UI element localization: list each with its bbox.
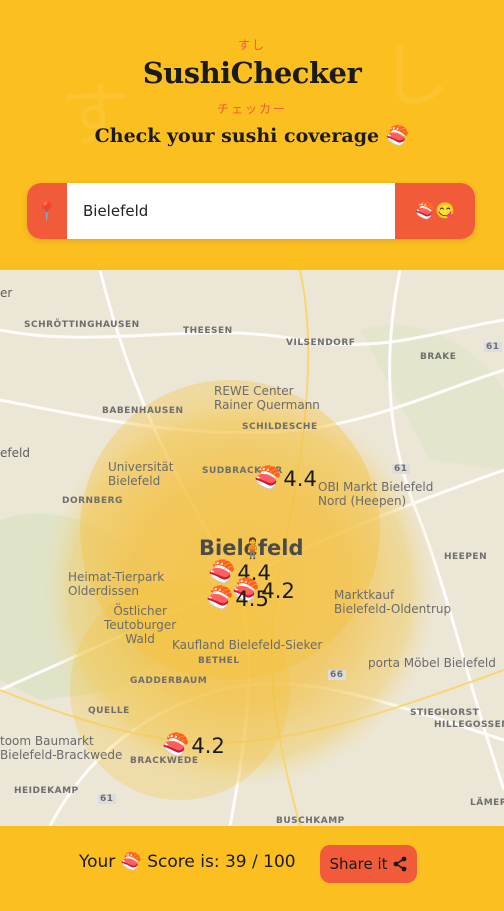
sushi-marker[interactable]: 🍣 4.2	[162, 733, 225, 758]
map-label-schildesche: SCHILDESCHE	[242, 422, 318, 432]
map-label-stieghorst: STIEGHORST	[410, 708, 480, 718]
tagline: Check your sushi coverage 🍣	[94, 125, 410, 147]
road-sign-66: 66	[328, 670, 346, 680]
location-pin-icon[interactable]: 📍	[27, 183, 67, 239]
share-label: Share it	[329, 855, 388, 873]
city-search-input[interactable]	[67, 183, 395, 239]
map-label-oestlicher-teutoburger-wald: Östlicher Teutoburger Wald	[104, 604, 177, 646]
map-label-schroettinghausen: SCHRÖTTINGHAUSEN	[24, 320, 140, 330]
sushi-marker[interactable]: 🍣 4.5	[206, 586, 269, 611]
search-button[interactable]: 🍣😋	[395, 183, 475, 239]
sushi-icon: 🍣	[162, 733, 190, 758]
sushi-rating: 4.2	[191, 733, 225, 758]
map-label-heidekamp: HEIDEKAMP	[14, 786, 79, 796]
map[interactable]: er SCHRÖTTINGHAUSEN THEESEN VILSENDORF B…	[0, 270, 504, 826]
share-button[interactable]: Share it	[320, 845, 417, 883]
sushi-icon: 🍣	[254, 466, 282, 491]
logo-kana-bottom: チェッカー	[216, 102, 287, 116]
search-bar: 📍 🍣😋	[27, 183, 475, 239]
map-label-partial: er	[0, 286, 13, 300]
map-label-universitaet: Universität Bielefeld	[108, 460, 174, 488]
map-label-bielefeld-left: efeld	[0, 446, 30, 460]
user-location-icon: 🧍	[240, 536, 265, 560]
map-label-dornberg: DORNBERG	[62, 496, 123, 506]
map-label-kaufland: Kaufland Bielefeld-Sieker	[172, 638, 323, 652]
sushi-rating: 4.5	[235, 586, 269, 611]
map-label-buschkamp: BUSCHKAMP	[276, 816, 345, 826]
sushi-icon: 🍣	[206, 586, 234, 611]
map-label-theesen: THEESEN	[183, 326, 233, 336]
map-label-heimat-tierpark: Heimat-Tierpark Olderdissen	[68, 570, 165, 598]
app-logo: SushiChecker	[142, 56, 362, 90]
header: すし SushiChecker チェッカー Check your sushi c…	[0, 0, 504, 270]
share-icon	[393, 856, 406, 872]
road-sign-61: 61	[392, 464, 410, 474]
map-label-vilsendorf: VILSENDORF	[286, 338, 356, 348]
sushi-marker[interactable]: 🍣 4.4	[254, 466, 317, 491]
map-label-bethel: BETHEL	[198, 656, 240, 666]
map-label-quelle: QUELLE	[88, 706, 130, 716]
map-label-gadderbaum: GADDERBAUM	[130, 676, 208, 686]
map-label-rewe: REWE Center Rainer Quermann	[214, 384, 320, 412]
map-label-babenhausen: BABENHAUSEN	[102, 406, 184, 416]
map-label-hillegossen: HILLEGOSSEN	[434, 720, 504, 730]
map-label-porta: porta Möbel Bielefeld	[368, 656, 496, 670]
road-sign-61: 61	[484, 342, 502, 352]
map-label-obi: OBI Markt Bielefeld Nord (Heepen)	[318, 480, 434, 508]
sushi-rating: 4.4	[283, 466, 317, 491]
sushi-score: Your 🍣 Score is: 39 / 100	[79, 852, 296, 872]
map-label-toom: toom Baumarkt Bielefeld-Brackwede	[0, 734, 123, 762]
logo-kana-top: すし	[237, 38, 266, 52]
map-label-marktkauf: Marktkauf Bielefeld-Oldentrup	[334, 588, 452, 616]
map-label-lammers: LÄMERS	[470, 798, 504, 808]
map-label-brake: BRAKE	[420, 352, 457, 362]
road-sign-61: 61	[98, 794, 116, 804]
map-label-heepen: HEEPEN	[444, 552, 488, 562]
